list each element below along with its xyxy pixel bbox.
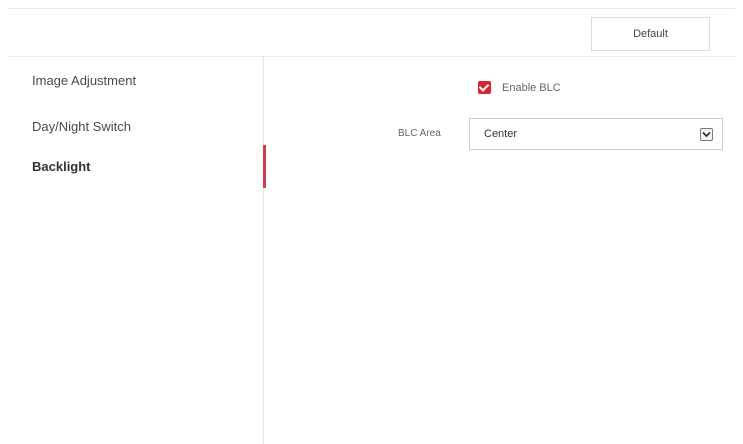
blc-area-selected-value: Center — [484, 128, 518, 140]
settings-sidebar: Image Adjustment Day/Night Switch Backli… — [8, 57, 264, 444]
sidebar-item-backlight[interactable]: Backlight — [32, 159, 91, 174]
blc-area-select[interactable]: Center — [469, 118, 723, 150]
chevron-down-icon[interactable] — [700, 128, 713, 141]
sidebar-item-image-adjustment[interactable]: Image Adjustment — [32, 73, 136, 88]
default-button[interactable]: Default — [591, 17, 710, 51]
enable-blc-label: Enable BLC — [502, 81, 561, 94]
enable-blc-option[interactable]: Enable BLC — [478, 81, 561, 94]
active-tab-indicator — [263, 145, 266, 188]
top-border — [8, 8, 735, 9]
checkbox-checked-icon[interactable] — [478, 81, 491, 94]
sidebar-item-day-night-switch[interactable]: Day/Night Switch — [32, 119, 131, 134]
backlight-settings-page: Default Image Adjustment Day/Night Switc… — [0, 0, 743, 444]
blc-area-label: BLC Area — [398, 128, 441, 139]
